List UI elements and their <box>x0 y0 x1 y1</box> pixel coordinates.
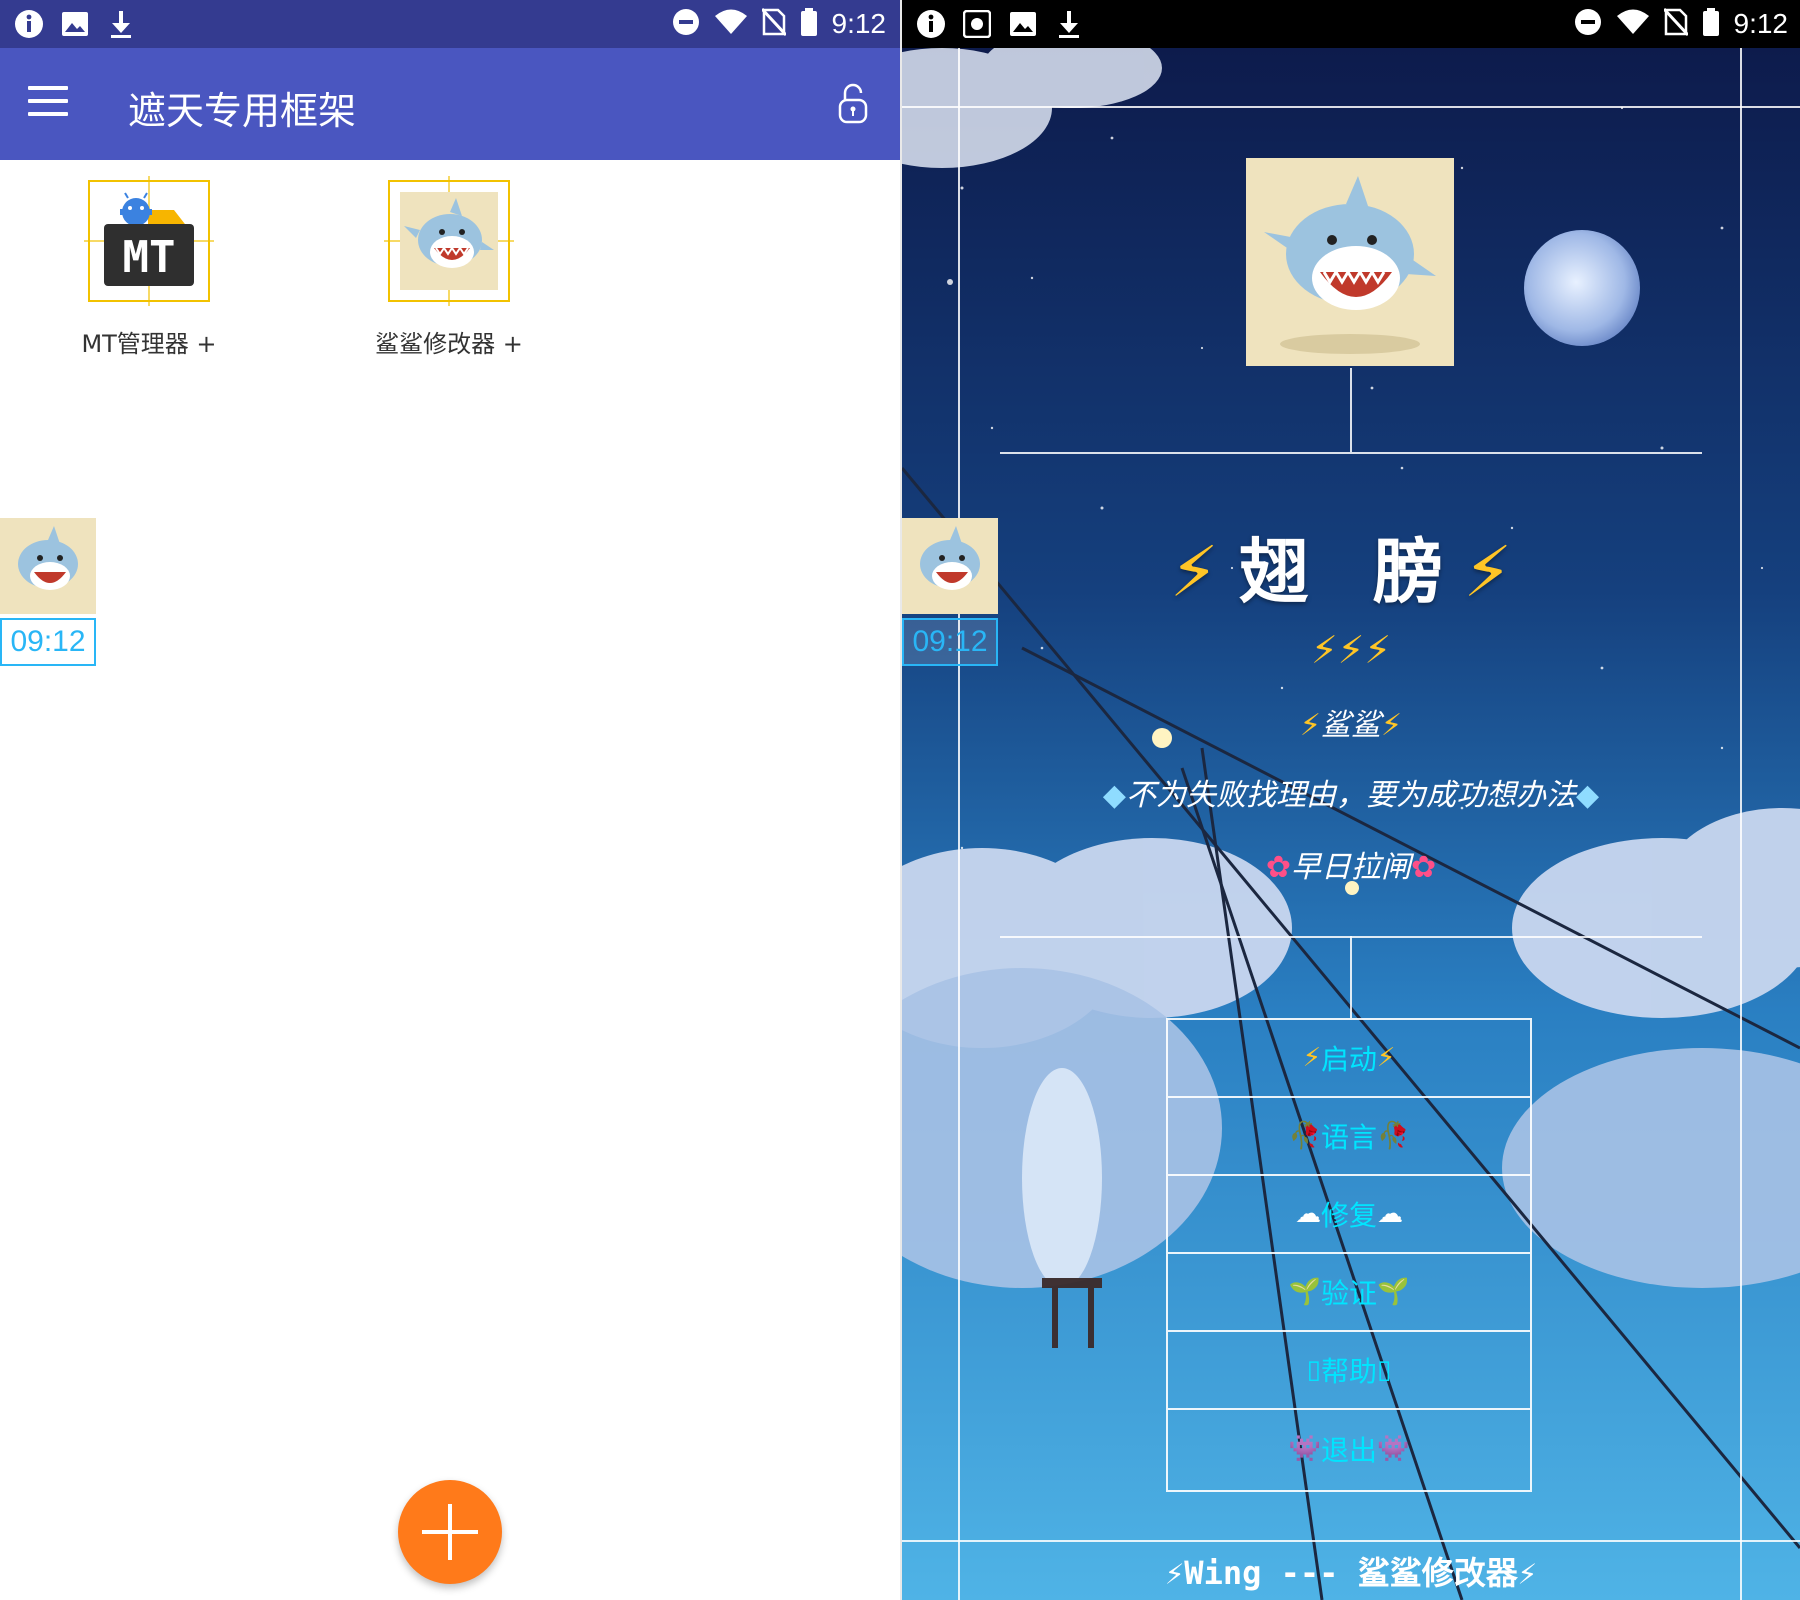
subtitle: ⚡鲨鲨⚡ <box>1299 708 1403 743</box>
app-label: MT管理器 + <box>81 330 217 358</box>
page-title: ⚡翅 膀⚡ <box>1169 531 1533 613</box>
lock-icon[interactable] <box>836 82 872 126</box>
left-screen: 9:12 遮天专用框架 MT MT管理器 + 鲨鲨修改器 + 09:12 <box>0 0 900 1600</box>
battery-icon <box>800 8 818 40</box>
wifi-icon <box>714 9 748 39</box>
frame-line <box>1350 936 1352 1018</box>
download-icon <box>104 7 138 41</box>
status-bar: 9:12 <box>0 0 900 48</box>
menu-item-repair[interactable]: ☁ 修复 ☁ <box>1168 1176 1530 1254</box>
wifi-icon <box>1616 9 1650 39</box>
no-sim-icon <box>1662 7 1689 40</box>
frame-line <box>1000 452 1702 454</box>
main-menu: ⚡ 启动 ⚡ 🥀 语言 🥀 ☁ 修复 ☁ 🌱 验证 🌱 ▯ 帮助 ▯ 👾 退出 👾 <box>1166 1018 1532 1492</box>
download-icon <box>1052 7 1086 41</box>
cheer-text: ✿早日拉闸✿ <box>1265 850 1437 885</box>
floating-clock: 09:12 <box>902 618 998 666</box>
battery-icon <box>1702 8 1720 40</box>
right-screen: 9:12 ⚡翅 膀⚡ ⚡⚡⚡ ⚡鲨鲨⚡ ◆不为失败找理由，要为成功想办法◆ ✿早… <box>902 0 1800 1600</box>
image-icon <box>58 7 92 41</box>
menu-item-verify[interactable]: 🌱 验证 🌱 <box>1168 1254 1530 1332</box>
gem-icon: ◆ <box>1102 778 1126 813</box>
add-button[interactable] <box>398 1480 502 1584</box>
floating-widget[interactable]: 09:12 <box>0 518 96 666</box>
frame-line <box>1350 368 1352 452</box>
hamburger-menu-icon[interactable] <box>28 86 68 122</box>
frame-line <box>902 106 1800 108</box>
app-toolbar: 遮天专用框架 <box>0 48 900 160</box>
gem-icon: ◆ <box>1576 778 1600 813</box>
clock: 9:12 <box>1733 8 1789 39</box>
flower-icon: ✿ <box>1411 850 1437 885</box>
shark-icon[interactable] <box>384 176 514 306</box>
status-bar: 9:12 <box>902 0 1800 48</box>
shark-avatar <box>1246 158 1454 366</box>
menu-item-start[interactable]: ⚡ 启动 ⚡ <box>1168 1020 1530 1098</box>
clock: 9:12 <box>831 8 887 39</box>
floating-clock: 09:12 <box>0 618 96 666</box>
motto: ◆不为失败找理由，要为成功想办法◆ <box>1102 778 1600 813</box>
frame-line <box>902 1540 1800 1542</box>
menu-item-exit[interactable]: 👾 退出 👾 <box>1168 1410 1530 1488</box>
footer-credit: ⚡Wing --- 鲨鲨修改器⚡ <box>1165 1554 1537 1592</box>
svg-text:MT: MT <box>123 232 176 283</box>
info-icon <box>12 7 46 41</box>
app-notification-icon <box>960 7 994 41</box>
mt-manager-icon[interactable]: MT <box>84 176 214 306</box>
page-title: 遮天专用框架 <box>128 89 357 133</box>
app-label: 鲨鲨修改器 + <box>375 330 523 358</box>
flower-icon: ✿ <box>1265 850 1291 885</box>
shark-icon[interactable] <box>902 518 998 614</box>
floating-widget[interactable]: 09:12 <box>902 518 998 666</box>
app-tile-shark-modifier[interactable]: 鲨鲨修改器 + <box>339 176 559 359</box>
frame-line <box>958 48 960 1600</box>
bolt-row: ⚡⚡⚡ <box>1310 628 1392 672</box>
menu-item-language[interactable]: 🥀 语言 🥀 <box>1168 1098 1530 1176</box>
image-icon <box>1006 7 1040 41</box>
menu-item-help[interactable]: ▯ 帮助 ▯ <box>1168 1332 1530 1410</box>
app-tile-mt-manager[interactable]: MT MT管理器 + <box>39 176 259 359</box>
no-sim-icon <box>760 7 787 40</box>
shark-icon[interactable] <box>0 518 96 614</box>
frame-line <box>1740 48 1742 1600</box>
dnd-icon <box>1574 8 1602 40</box>
dnd-icon <box>672 8 700 40</box>
info-icon <box>914 7 948 41</box>
